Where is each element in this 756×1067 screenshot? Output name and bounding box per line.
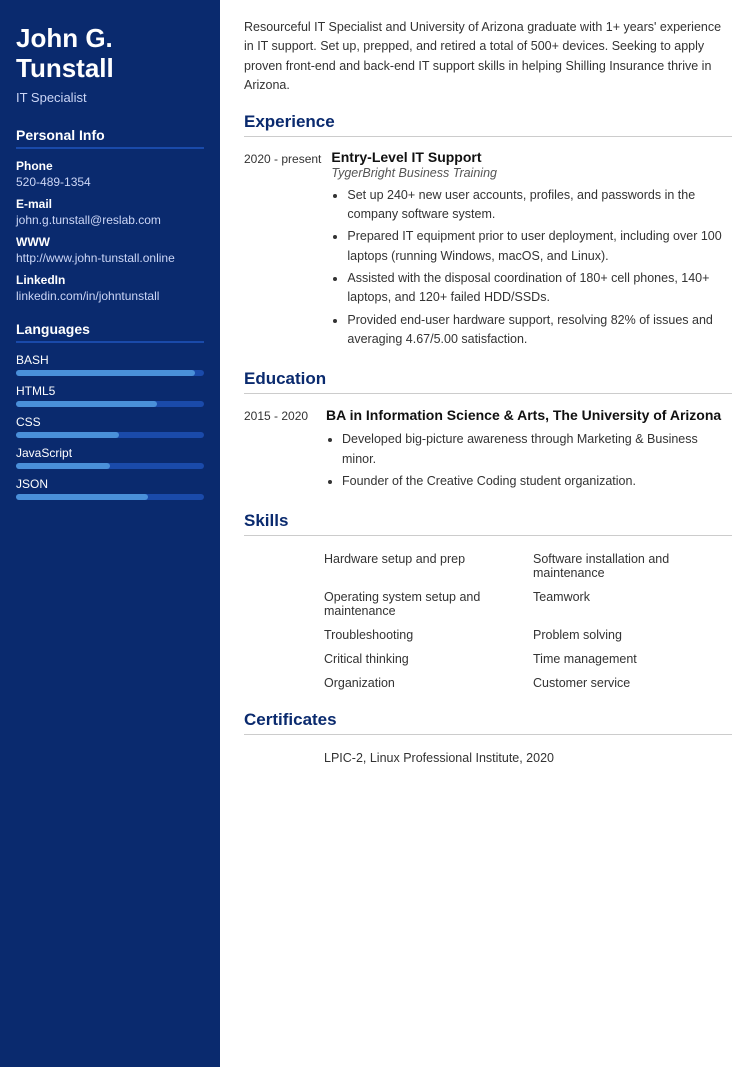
www-value: http://www.john-tunstall.online [16, 251, 204, 265]
education-entry: 2015 - 2020 BA in Information Science & A… [244, 406, 732, 495]
edu-bullets: Developed big-picture awareness through … [326, 430, 732, 491]
exp-bullet: Set up 240+ new user accounts, profiles,… [347, 186, 732, 225]
phone-value: 520-489-1354 [16, 175, 204, 189]
exp-content: Entry-Level IT SupportTygerBright Busine… [331, 149, 732, 353]
edu-bullet: Founder of the Creative Coding student o… [342, 472, 732, 491]
linkedin-label: LinkedIn [16, 273, 204, 287]
education-heading: Education [244, 369, 732, 394]
skill-item: Teamwork [533, 586, 732, 622]
edu-content: BA in Information Science & Arts, The Un… [326, 406, 732, 495]
language-item: JSON [16, 477, 204, 500]
exp-company: TygerBright Business Training [331, 166, 732, 180]
language-bar-fill [16, 432, 119, 438]
exp-dates: 2020 - present [244, 149, 321, 353]
language-bar-fill [16, 370, 195, 376]
language-bar-fill [16, 494, 148, 500]
edu-degree: BA in Information Science & Arts, The Un… [326, 406, 732, 425]
exp-job-title: Entry-Level IT Support [331, 149, 732, 165]
skill-item: Time management [533, 648, 732, 670]
skill-item: Customer service [533, 672, 732, 694]
edu-bullet: Developed big-picture awareness through … [342, 430, 732, 469]
certificates-heading: Certificates [244, 710, 732, 735]
email-value: john.g.tunstall@reslab.com [16, 213, 204, 227]
language-item: CSS [16, 415, 204, 438]
summary-text: Resourceful IT Specialist and University… [244, 18, 732, 96]
resume-container: John G. Tunstall IT Specialist Personal … [0, 0, 756, 1067]
skill-item: Troubleshooting [324, 624, 523, 646]
language-bar-fill [16, 463, 110, 469]
candidate-name: John G. Tunstall [16, 24, 204, 84]
language-bar-fill [16, 401, 157, 407]
linkedin-value: linkedin.com/in/johntunstall [16, 289, 204, 303]
experience-section: Experience 2020 - presentEntry-Level IT … [244, 112, 732, 353]
candidate-title: IT Specialist [16, 90, 204, 105]
www-label: WWW [16, 235, 204, 249]
experience-heading: Experience [244, 112, 732, 137]
language-item: JavaScript [16, 446, 204, 469]
main-content: Resourceful IT Specialist and University… [220, 0, 756, 1067]
skill-item: Operating system setup and maintenance [324, 586, 523, 622]
language-bar-bg [16, 401, 204, 407]
personal-info-heading: Personal Info [16, 127, 204, 149]
email-label: E-mail [16, 197, 204, 211]
language-bar-bg [16, 494, 204, 500]
language-item: HTML5 [16, 384, 204, 407]
language-name: CSS [16, 415, 204, 429]
language-bar-bg [16, 463, 204, 469]
skill-item: Problem solving [533, 624, 732, 646]
cert-item: LPIC-2, Linux Professional Institute, 20… [324, 747, 732, 769]
languages-heading: Languages [16, 321, 204, 343]
language-item: BASH [16, 353, 204, 376]
education-section: Education 2015 - 2020 BA in Information S… [244, 369, 732, 495]
language-name: BASH [16, 353, 204, 367]
exp-bullet: Provided end-user hardware support, reso… [347, 311, 732, 350]
skills-list: Hardware setup and prep Software installa… [324, 548, 732, 694]
exp-bullets: Set up 240+ new user accounts, profiles,… [331, 186, 732, 350]
language-name: JavaScript [16, 446, 204, 460]
skill-item: Software installation and maintenance [533, 548, 732, 584]
exp-bullet: Prepared IT equipment prior to user depl… [347, 227, 732, 266]
skills-section: Skills Hardware setup and prep Software i… [244, 511, 732, 694]
sidebar: John G. Tunstall IT Specialist Personal … [0, 0, 220, 1067]
experience-entry: 2020 - presentEntry-Level IT SupportTyge… [244, 149, 732, 353]
edu-dates: 2015 - 2020 [244, 406, 316, 495]
phone-label: Phone [16, 159, 204, 173]
skill-item: Critical thinking [324, 648, 523, 670]
language-bar-bg [16, 432, 204, 438]
skill-item: Hardware setup and prep [324, 548, 523, 584]
language-name: JSON [16, 477, 204, 491]
exp-bullet: Assisted with the disposal coordination … [347, 269, 732, 308]
skill-item: Organization [324, 672, 523, 694]
language-bar-bg [16, 370, 204, 376]
skills-heading: Skills [244, 511, 732, 536]
experience-list: 2020 - presentEntry-Level IT SupportTyge… [244, 149, 732, 353]
education-list: 2015 - 2020 BA in Information Science & A… [244, 406, 732, 495]
cert-list: LPIC-2, Linux Professional Institute, 20… [244, 747, 732, 769]
language-name: HTML5 [16, 384, 204, 398]
languages-list: BASH HTML5 CSS JavaScript JSON [16, 353, 204, 500]
certificates-section: Certificates LPIC-2, Linux Professional … [244, 710, 732, 769]
